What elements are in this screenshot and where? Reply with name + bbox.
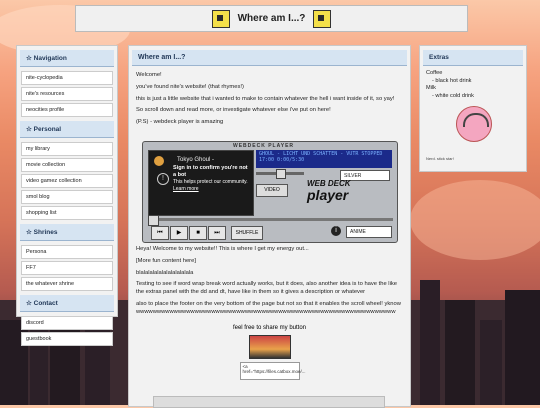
footer-bar	[153, 396, 385, 408]
nav-link-cyclopedia[interactable]: nite-cyclopedia	[21, 71, 113, 85]
shrine-link-persona[interactable]: Persona	[21, 245, 113, 259]
contact-heading: ☆ Contact	[20, 295, 114, 312]
warning-icon: !	[157, 173, 169, 185]
video-title: Tokyo Ghoul -	[177, 157, 215, 163]
video-toggle[interactable]: VIDEO	[256, 184, 288, 197]
protect-message: This helps protect our community.	[173, 179, 248, 186]
main-heading: Where am I...?	[132, 50, 407, 66]
shrine-link-ff7[interactable]: FF7	[21, 261, 113, 275]
personal-heading: ☆ Personal	[20, 121, 114, 138]
play-button[interactable]: ▶	[170, 226, 188, 240]
logo-bottom: player	[307, 187, 349, 203]
learn-more-link[interactable]: Learn more	[173, 186, 199, 192]
body-text: [More fun content here]	[136, 257, 196, 264]
volume-slider[interactable]	[256, 169, 304, 179]
shrines-heading: ☆ Shrines	[20, 224, 114, 241]
extras-term: Coffee	[426, 70, 443, 76]
prev-button[interactable]: ⏮	[151, 226, 169, 240]
extras-desc: - black hot drink	[432, 77, 472, 84]
personal-link-library[interactable]: my library	[21, 142, 113, 156]
body-text: also to place the footer on the very bot…	[136, 301, 401, 315]
skin-select[interactable]: ANIME	[346, 226, 392, 238]
intro-text: (P.S) - webdeck player is amazing	[136, 119, 224, 126]
shrine-link-whatever[interactable]: the whatever shrine	[21, 277, 113, 291]
info-icon[interactable]: i	[331, 226, 341, 236]
extras-panel: Extras Coffee - black hot drink Milk - w…	[419, 45, 527, 172]
header-right-icon	[313, 9, 332, 28]
signin-message: Sign in to confirm you're not a bot	[173, 165, 248, 179]
main-content: Where am I...? Welcome! you've found nit…	[128, 45, 411, 408]
navigation-heading: ☆ Navigation	[20, 50, 114, 67]
site-header: Where am I...?	[75, 5, 468, 32]
stop-button[interactable]: ■	[189, 226, 207, 240]
intro-text: Welcome!	[136, 72, 162, 78]
share-text: feel free to share my button	[232, 324, 307, 331]
kirby-headphones-image	[456, 106, 492, 142]
personal-link-shopping[interactable]: shopping list	[21, 206, 113, 220]
body-text: blalalalalalalalalalalala	[136, 269, 194, 276]
nav-link-resources[interactable]: nite's resources	[21, 87, 113, 101]
webdeck-player: WEBDECK PLAYER Tokyo Ghoul - ! Sign in t…	[142, 141, 398, 243]
image-caption: Nerd. stick star!	[426, 156, 454, 161]
volume-knob[interactable]	[276, 169, 286, 179]
personal-link-games[interactable]: video gamez collection	[21, 174, 113, 188]
button-code-box[interactable]: <a href="https://files.catbox.moe/...	[239, 361, 306, 380]
contact-link-guestbook[interactable]: guestbook	[21, 332, 113, 346]
personal-link-movies[interactable]: movie collection	[21, 158, 113, 172]
shuffle-button[interactable]: SHUFFLE	[231, 226, 263, 240]
extras-heading: Extras	[423, 50, 523, 66]
personal-link-blog[interactable]: smol blog	[21, 190, 113, 204]
youtube-embed[interactable]: Tokyo Ghoul - ! Sign in to confirm you'r…	[148, 150, 254, 216]
body-text: Heya! Welcome to my website!! This is wh…	[136, 246, 309, 252]
extras-term: Milk	[426, 85, 436, 92]
body-text: Testing to see if word wrap break word a…	[136, 281, 397, 296]
site-title: Where am I...?	[237, 13, 306, 24]
seek-bar[interactable]	[148, 215, 393, 226]
next-button[interactable]: ⏭	[208, 226, 226, 240]
webdeck-logo: WEB DECK player	[307, 180, 351, 203]
header-left-icon	[211, 9, 230, 28]
nav-link-neocities[interactable]: neocities profile	[21, 103, 113, 117]
channel-avatar	[154, 156, 164, 166]
site-button-image[interactable]	[248, 334, 291, 359]
left-sidebar: ☆ Navigation nite-cyclopedia nite's reso…	[16, 45, 118, 346]
intro-text: you've found nite's website! (that rhyme…	[136, 83, 244, 90]
intro-text: So scroll down and read more, or investi…	[136, 107, 331, 114]
intro-text: this is just a little website that i wan…	[136, 95, 395, 102]
contact-link-discord[interactable]: discord	[21, 316, 113, 330]
youtube-message: Sign in to confirm you're not a bot This…	[173, 165, 251, 192]
track-display: GHOUL - LICHT UND SCHATTEN - VUTR STOPPE…	[256, 150, 392, 168]
extras-desc: - white cold drink	[432, 92, 474, 99]
player-title: WEBDECK PLAYER	[233, 143, 295, 149]
seek-knob[interactable]	[148, 215, 159, 226]
